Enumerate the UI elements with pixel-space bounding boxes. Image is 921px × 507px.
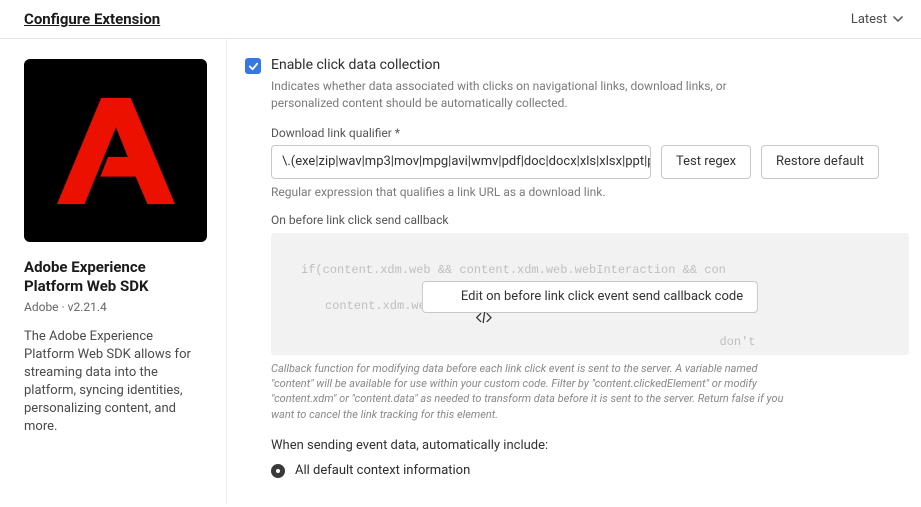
auto-include-label: When sending event data, automatically i… [271,438,909,453]
enable-click-help: Indicates whether data associated with c… [271,78,751,112]
enable-click-checkbox[interactable] [245,58,261,74]
extension-logo [24,59,207,242]
extension-name: Adobe Experience Platform Web SDK [24,258,206,296]
radio-all-default-label: All default context information [295,463,470,478]
code-icon [437,291,453,303]
restore-default-button[interactable]: Restore default [761,145,879,179]
enable-click-label: Enable click data collection [271,57,440,73]
version-selector-label: Latest [851,12,887,27]
test-regex-button[interactable]: Test regex [661,145,751,179]
chevron-down-icon [893,14,903,24]
callback-label: On before link click send callback [271,213,909,227]
content: Enable click data collection Indicates w… [227,39,921,504]
version-selector[interactable]: Latest [851,12,903,27]
page-title[interactable]: Configure Extension [24,10,160,28]
radio-all-default[interactable] [271,464,285,478]
sidebar: Adobe Experience Platform Web SDK Adobe … [0,39,227,504]
download-qualifier-help: Regular expression that qualifies a link… [271,185,909,199]
callback-code-preview: if(content.xdm.web && content.xdm.web.we… [271,233,909,355]
download-qualifier-input[interactable]: \.(exe|zip|wav|mp3|mov|mpg|avi|wmv|pdf|d… [271,145,651,179]
edit-callback-label: Edit on before link click event send cal… [461,287,743,307]
extension-meta: Adobe · v2.21.4 [24,300,206,314]
callback-description: Callback function for modifying data bef… [271,361,801,423]
download-qualifier-label: Download link qualifier * [271,126,909,140]
edit-callback-button[interactable]: Edit on before link click event send cal… [422,281,758,313]
extension-description: The Adobe Experience Platform Web SDK al… [24,328,206,437]
